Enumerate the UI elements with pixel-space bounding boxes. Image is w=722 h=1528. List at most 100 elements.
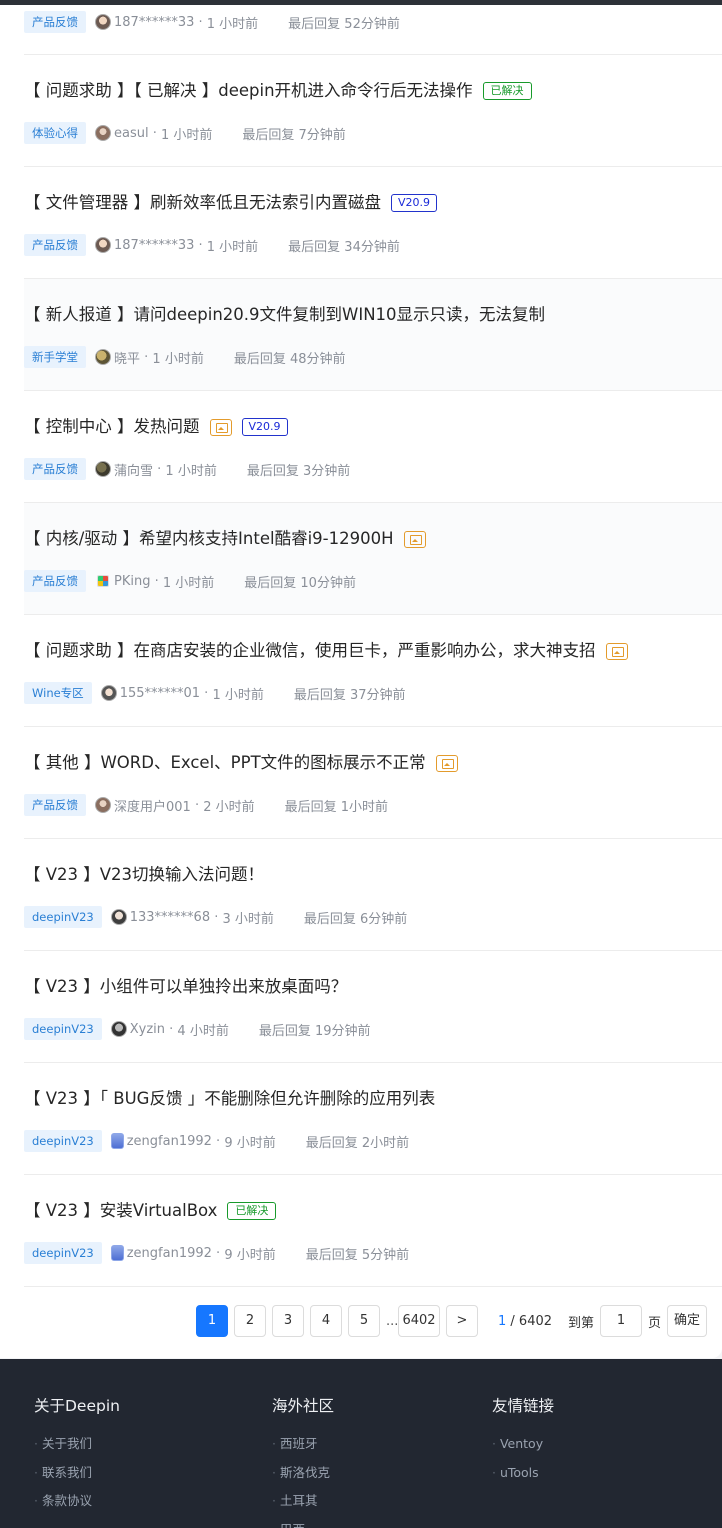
footer-link[interactable]: uTools [492,1465,554,1494]
post-title-text[interactable]: 【 内核/驱动 】希望内核支持Intel酷睿i9-12900H [24,527,394,551]
post-title[interactable]: 【 V23 】V23切换输入法问题！ [24,863,264,887]
category-badge[interactable]: 产品反馈 [24,234,86,256]
avatar[interactable] [95,237,111,253]
page-button-2[interactable]: 2 [234,1305,266,1337]
post-title[interactable]: 【 问题求助 】【 已解决 】deepin开机进入命令行后无法操作 已解决 [24,79,532,103]
author-name[interactable]: 187******33 [114,15,194,30]
post-meta: 产品反馈 蒲向雪 · 1 小时前 最后回复 3分钟前 [24,458,350,480]
post-title-text[interactable]: 【 控制中心 】发热问题 [24,415,200,439]
category-badge[interactable]: Wine专区 [24,682,92,704]
post-title-text[interactable]: 【 新人报道 】请问deepin20.9文件复制到WIN10显示只读，无法复制 [24,303,545,327]
footer-link[interactable]: 条款协议 [34,1493,120,1522]
category-badge[interactable]: deepinV23 [24,906,102,928]
post-title-text[interactable]: 【 问题求助 】在商店安装的企业微信，使用巨卡，严重影响办公，求大神支招 [24,639,596,663]
footer-link[interactable]: 巴西 [272,1522,334,1528]
post-time: 3 小时前 [222,911,274,927]
post-time: 1 小时前 [161,127,213,143]
avatar[interactable] [110,1021,127,1037]
author-name[interactable]: easul [114,126,149,141]
dot-separator: · [148,125,161,141]
post-title[interactable]: 【 控制中心 】发热问题 V20.9 [24,415,288,439]
category-badge[interactable]: 产品反馈 [24,11,86,33]
avatar[interactable] [110,1133,124,1149]
post-title[interactable]: 【 文件管理器 】刷新效率低且无法索引内置磁盘 V20.9 [24,191,438,215]
footer-link[interactable]: 斯洛伐克 [272,1465,334,1494]
author-name[interactable]: 133******68 [130,910,210,925]
post-title-text[interactable]: 【 V23 】V23切换输入法问题！ [24,863,264,887]
total-pages: / 6402 [510,1313,553,1329]
post-title[interactable]: 【 V23 】安装VirtualBox 已解决 [24,1199,277,1223]
post-meta: 产品反馈 187******33 · 1 小时前 最后回复 34分钟前 [24,234,400,256]
post-time: 1 小时前 [162,575,215,591]
list-item[interactable]: 【 V23 】安装VirtualBox 已解决 deepinV23 zengfa… [24,1175,722,1287]
category-badge[interactable]: deepinV23 [24,1130,102,1152]
author-name[interactable]: 蒲向雪 [114,460,153,479]
author-name[interactable]: PKing [114,574,150,589]
list-item[interactable]: 【 V23 】「 BUG反馈 」不能删除但允许删除的应用列表 deepinV23… [24,1063,722,1175]
post-title-text[interactable]: 【 V23 】小组件可以单独拎出来放桌面吗？ [24,975,347,999]
footer-link[interactable]: Ventoy [492,1436,554,1465]
post-title[interactable]: 【 问题求助 】在商店安装的企业微信，使用巨卡，严重影响办公，求大神支招 [24,639,628,663]
category-badge[interactable]: 产品反馈 [24,794,86,816]
last-reply: 最后回复 1小时前 [284,799,389,815]
category-badge[interactable]: 产品反馈 [24,570,86,592]
solved-badge: 已解决 [227,1202,277,1220]
avatar[interactable] [95,14,111,30]
post-title[interactable]: 【 V23 】小组件可以单独拎出来放桌面吗？ [24,975,347,999]
avatar[interactable] [95,125,111,141]
next-page-button[interactable]: > [446,1305,478,1337]
list-item[interactable]: 【 内核/驱动 】希望内核支持Intel酷睿i9-12900H 产品反馈 PKi… [24,503,722,615]
category-badge[interactable]: deepinV23 [24,1018,102,1040]
post-title[interactable]: 【 新人报道 】请问deepin20.9文件复制到WIN10显示只读，无法复制 [24,303,545,327]
page-button-5[interactable]: 5 [348,1305,380,1337]
author-name[interactable]: 155******01 [120,686,200,701]
list-item[interactable]: 【 V23 】V23切换输入法问题！ deepinV23 133******68… [24,839,722,951]
goto-page-input[interactable]: 1 [600,1305,643,1337]
list-item[interactable]: 【 V23 】小组件可以单独拎出来放桌面吗？ deepinV23 Xyzin ·… [24,951,722,1063]
post-title-text[interactable]: 【 V23 】安装VirtualBox [24,1199,217,1223]
post-title-text[interactable]: 【 V23 】「 BUG反馈 」不能删除但允许删除的应用列表 [24,1087,435,1111]
last-reply: 最后回复 37分钟前 [293,687,406,703]
footer-link[interactable]: 联系我们 [34,1465,120,1494]
category-badge[interactable]: 产品反馈 [24,458,86,480]
avatar[interactable] [100,685,117,701]
author-name[interactable]: Xyzin [130,1022,165,1037]
page-button-4[interactable]: 4 [310,1305,342,1337]
category-badge[interactable]: 体验心得 [24,122,86,144]
author-name[interactable]: 深度用户001 [114,796,191,815]
post-title-text[interactable]: 【 文件管理器 】刷新效率低且无法索引内置磁盘 [24,191,381,215]
list-item[interactable]: 【 新人报道 】请问deepin20.9文件复制到WIN10显示只读，无法复制 … [24,279,722,391]
author-name[interactable]: 187******33 [114,238,194,253]
page-button-1[interactable]: 1 [196,1305,228,1337]
avatar[interactable] [95,461,111,477]
post-title-text[interactable]: 【 其他 】WORD、Excel、PPT文件的图标展示不正常 [24,751,426,775]
post-title[interactable]: 【 其他 】WORD、Excel、PPT文件的图标展示不正常 [24,751,458,775]
post-title[interactable]: 【 内核/驱动 】希望内核支持Intel酷睿i9-12900H [24,527,426,551]
avatar[interactable] [110,909,127,925]
footer-link[interactable]: 土耳其 [272,1493,334,1522]
avatar[interactable] [95,349,111,365]
author-name[interactable]: zengfan1992 [127,1134,212,1149]
confirm-button[interactable]: 确定 [667,1305,708,1337]
category-badge[interactable]: deepinV23 [24,1242,102,1264]
avatar[interactable] [110,1245,124,1261]
avatar[interactable] [95,797,111,813]
footer-link[interactable]: 关于我们 [34,1436,120,1465]
list-item[interactable]: 【 其他 】WORD、Excel、PPT文件的图标展示不正常 产品反馈 深度用户… [24,727,722,839]
list-item[interactable]: 【 控制中心 】发热问题 V20.9 产品反馈 蒲向雪 · 1 小时前 最后回复… [24,391,722,503]
post-title-text[interactable]: 【 问题求助 】【 已解决 】deepin开机进入命令行后无法操作 [24,79,473,103]
page-button-3[interactable]: 3 [272,1305,304,1337]
page-button-last[interactable]: 6402 [398,1305,440,1337]
footer-link[interactable]: 西班牙 [272,1436,334,1465]
list-item[interactable]: 【 文件管理器 】刷新效率低且无法索引内置磁盘 V20.9 产品反馈 187**… [24,167,722,279]
dot-separator: · [153,461,166,477]
list-item[interactable]: 【 问题求助 】在商店安装的企业微信，使用巨卡，严重影响办公，求大神支招 Win… [24,615,722,727]
list-item[interactable]: 【 问题求助 】【 已解决 】deepin开机进入命令行后无法操作 已解决 体验… [24,55,722,167]
author-name[interactable]: 晓平 [114,348,140,367]
list-item[interactable]: 产品反馈 187******33 · 1 小时前 最后回复 52分钟前 [24,5,722,55]
category-badge[interactable]: 新手学堂 [24,346,86,368]
post-title[interactable]: 【 V23 】「 BUG反馈 」不能删除但允许删除的应用列表 [24,1087,435,1111]
version-badge: V20.9 [241,418,288,436]
avatar[interactable] [97,575,109,587]
author-name[interactable]: zengfan1992 [127,1246,212,1261]
